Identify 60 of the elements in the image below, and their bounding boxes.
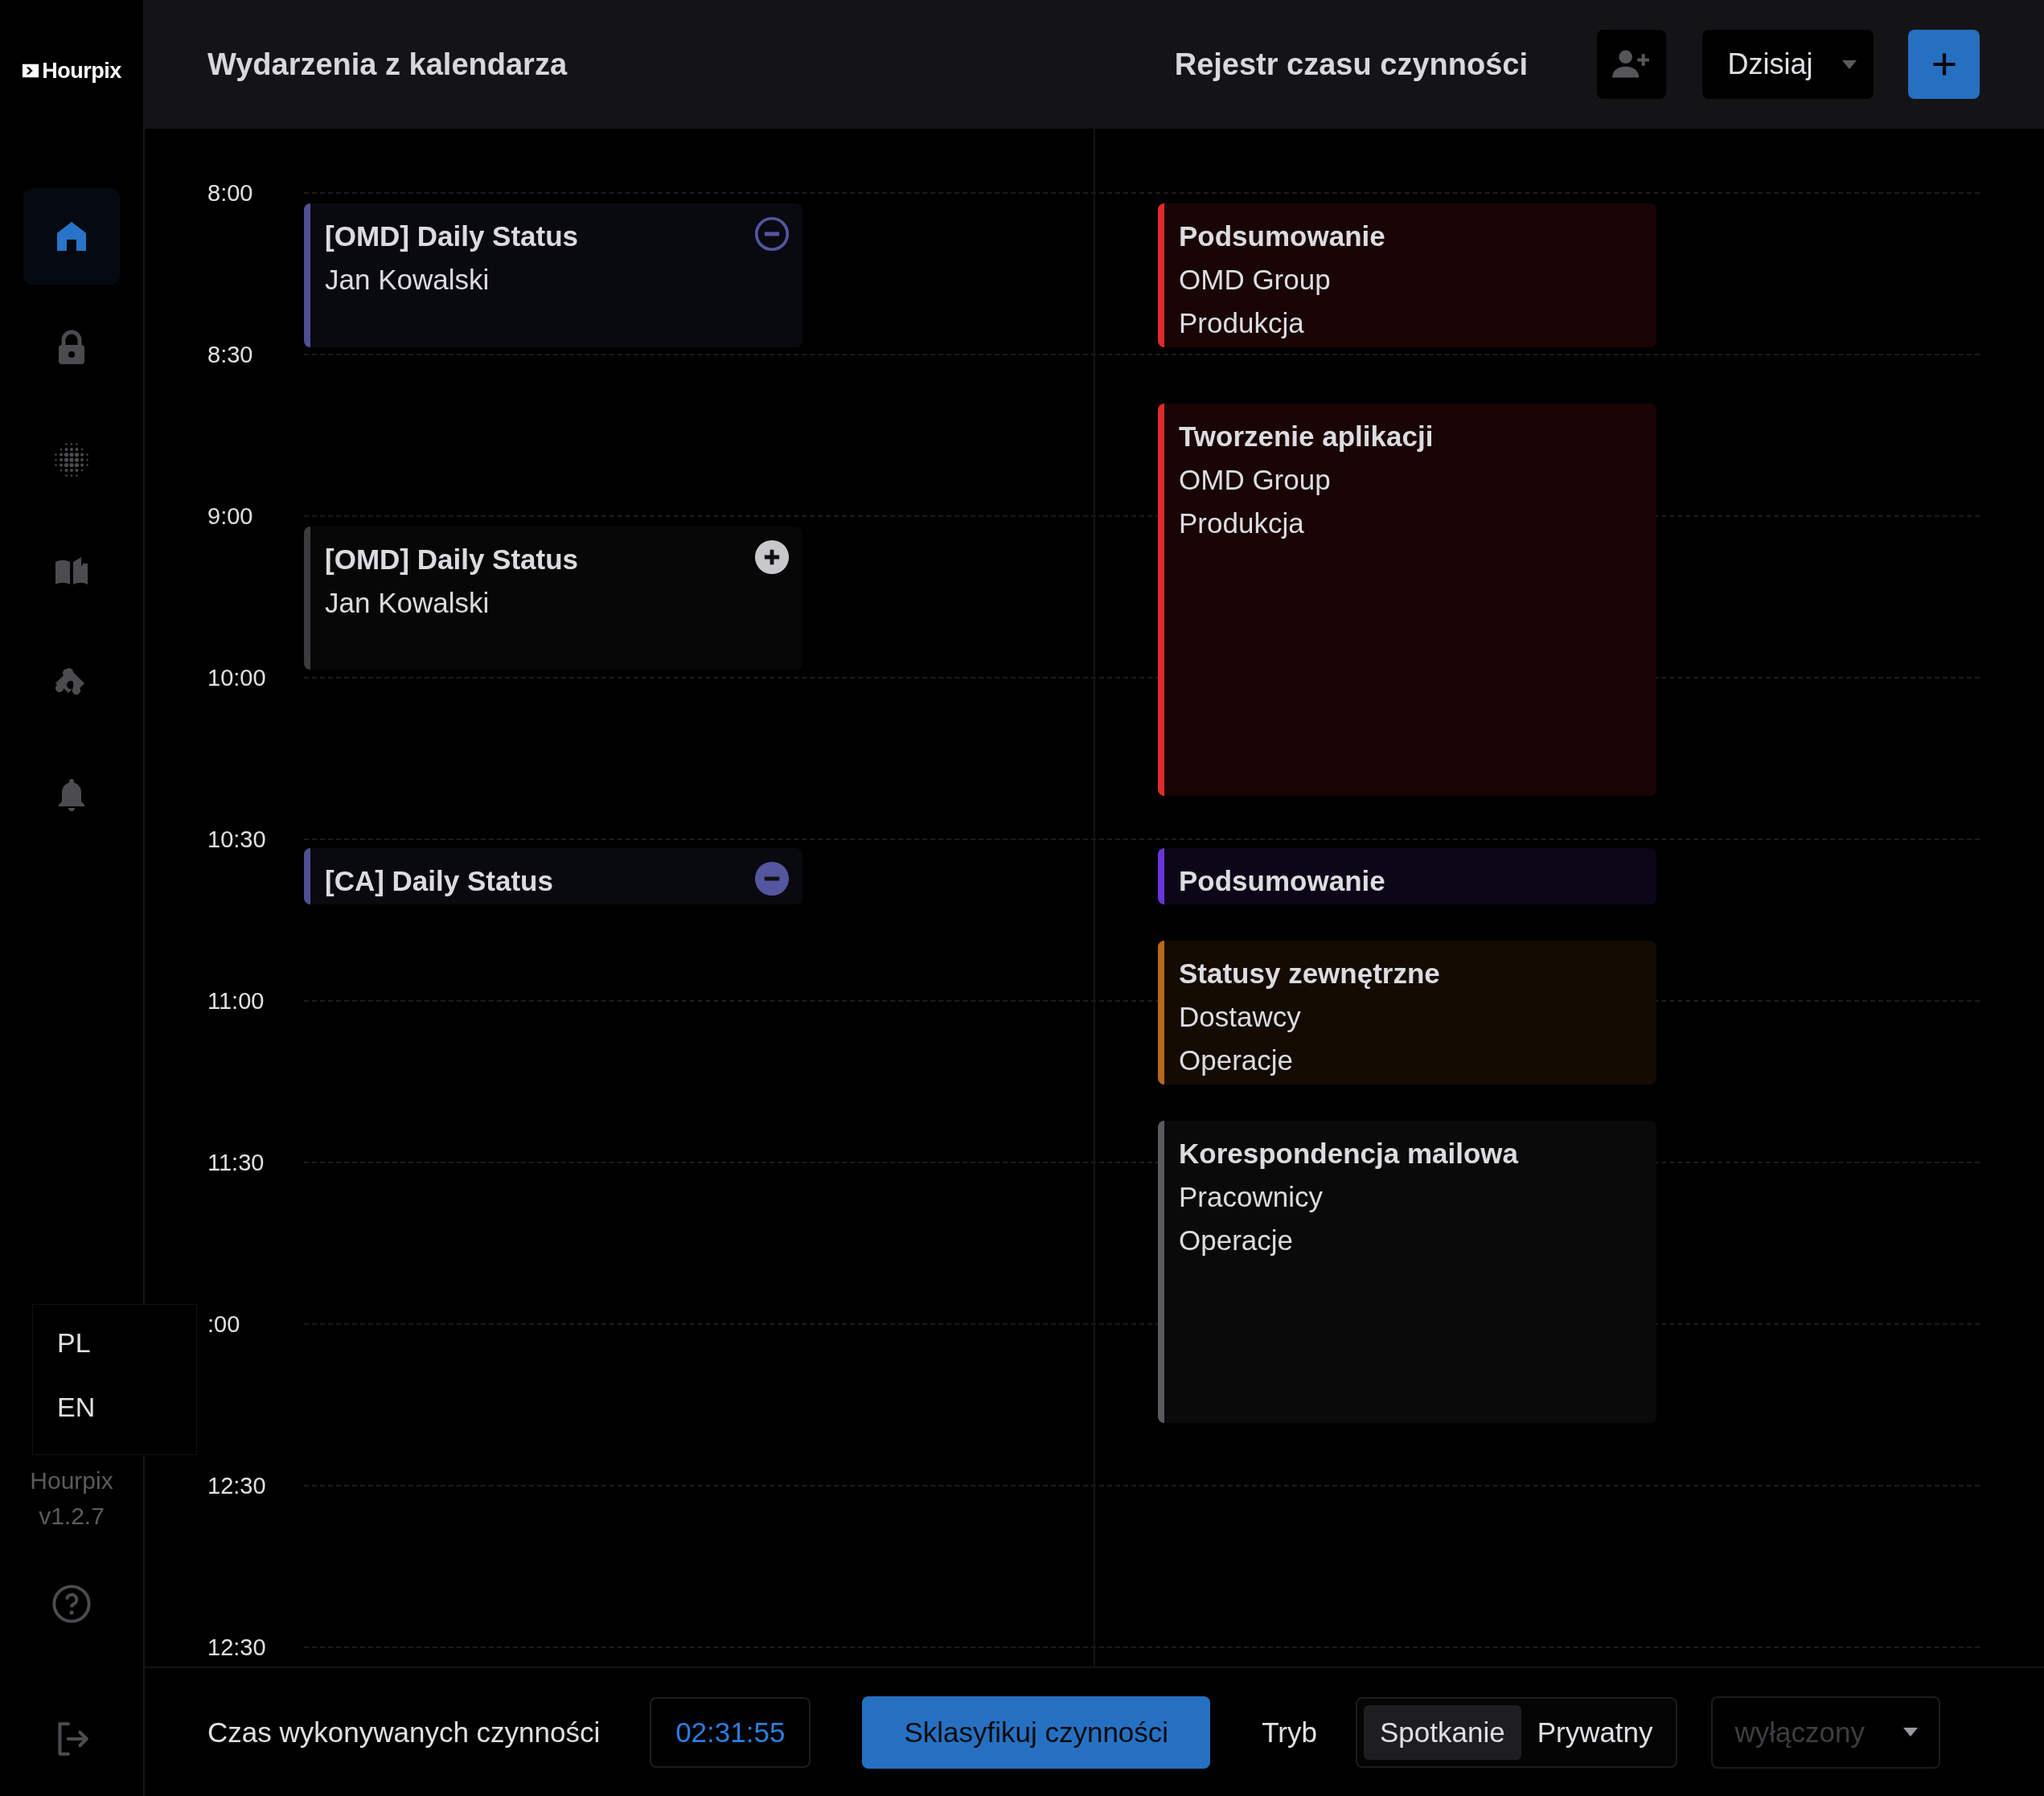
add-icon[interactable] bbox=[754, 539, 790, 575]
event-title: [OMD] Daily Status bbox=[325, 543, 580, 576]
event-title: Statusy zewnętrzne bbox=[1179, 957, 1441, 990]
time-label: 8:30 bbox=[207, 341, 254, 368]
event-client: OMD Group bbox=[1179, 263, 1332, 297]
event-card[interactable]: Korespondencja mailowa Pracownicy Operacje bbox=[1158, 1121, 1656, 1423]
timer-display: 02:31:55 bbox=[650, 1696, 811, 1768]
help-icon bbox=[51, 1583, 92, 1625]
event-title: Korespondencja mailowa bbox=[1179, 1137, 1520, 1171]
nav-item[interactable] bbox=[23, 188, 120, 285]
timer-label: Czas wykonywanych czynności bbox=[207, 1716, 601, 1749]
caret-icon bbox=[1902, 1728, 1918, 1737]
event-attendee: Jan Kowalski bbox=[325, 263, 490, 297]
remove-icon[interactable] bbox=[754, 861, 790, 896]
time-label: 10:30 bbox=[207, 826, 267, 853]
time-label: 10:00 bbox=[207, 664, 267, 691]
panel-title: Rejestr czasu czynności bbox=[1174, 47, 1528, 82]
event-card[interactable]: Podsumowanie bbox=[1158, 848, 1656, 904]
time-label: 11:30 bbox=[207, 1149, 265, 1176]
time-label: 8:00 bbox=[207, 179, 254, 207]
event-card[interactable]: [OMD] Daily Status Jan Kowalski bbox=[304, 527, 802, 670]
event-card[interactable]: Statusy zewnętrzne Dostawcy Operacje bbox=[1158, 941, 1656, 1085]
mode-label: Tryb bbox=[1262, 1716, 1317, 1749]
event-title: [CA] Daily Status bbox=[325, 864, 554, 898]
event-category: Operacje bbox=[1179, 1224, 1295, 1257]
event-client: Pracownicy bbox=[1179, 1180, 1324, 1214]
event-category: Operacje bbox=[1179, 1044, 1295, 1077]
event-card[interactable]: [CA] Daily Status bbox=[304, 848, 802, 904]
remove-icon[interactable] bbox=[754, 216, 790, 252]
app-version: v1.2.7 bbox=[39, 1502, 105, 1531]
time-label: 11:00 bbox=[207, 987, 265, 1015]
logo-text: Hourpix bbox=[42, 58, 121, 84]
event-attendee: Jan Kowalski bbox=[325, 586, 490, 620]
app-name: Hourpix bbox=[30, 1466, 113, 1495]
time-label: 12:30 bbox=[207, 1472, 267, 1499]
event-title: Tworzenie aplikacji bbox=[1179, 420, 1434, 453]
mode-option[interactable]: Spotkanie bbox=[1363, 1704, 1521, 1760]
event-category: Produkcja bbox=[1179, 306, 1305, 340]
event-card[interactable]: Tworzenie aplikacji OMD Group Produkcja bbox=[1158, 404, 1656, 796]
mode-option[interactable]: Prywatny bbox=[1521, 1704, 1669, 1760]
event-title: [OMD] Daily Status bbox=[325, 219, 580, 253]
classify-button[interactable]: Sklasyfikuj czynności bbox=[862, 1696, 1211, 1769]
event-card[interactable]: Podsumowanie OMD Group Produkcja bbox=[1158, 203, 1656, 347]
caret-icon bbox=[1841, 59, 1857, 69]
event-client: OMD Group bbox=[1179, 463, 1332, 497]
add-button[interactable] bbox=[1908, 30, 1980, 99]
language-option[interactable]: PL bbox=[57, 1324, 91, 1361]
event-title: Podsumowanie bbox=[1179, 219, 1386, 253]
logo-icon bbox=[22, 62, 40, 80]
time-label: 12:30 bbox=[207, 1634, 267, 1661]
add-user-button[interactable] bbox=[1597, 30, 1666, 99]
period-dropdown[interactable]: Dzisiaj bbox=[1702, 30, 1874, 99]
panel-title: Wydarzenia z kalendarza bbox=[207, 47, 568, 82]
language-option[interactable]: EN bbox=[57, 1388, 96, 1425]
event-card[interactable]: [OMD] Daily Status Jan Kowalski bbox=[304, 203, 802, 347]
time-label: :00 bbox=[207, 1310, 241, 1338]
time-label: 9:00 bbox=[207, 502, 254, 530]
event-client: Dostawcy bbox=[1179, 1000, 1302, 1034]
event-category: Produkcja bbox=[1179, 506, 1305, 540]
event-title: Podsumowanie bbox=[1179, 864, 1386, 898]
